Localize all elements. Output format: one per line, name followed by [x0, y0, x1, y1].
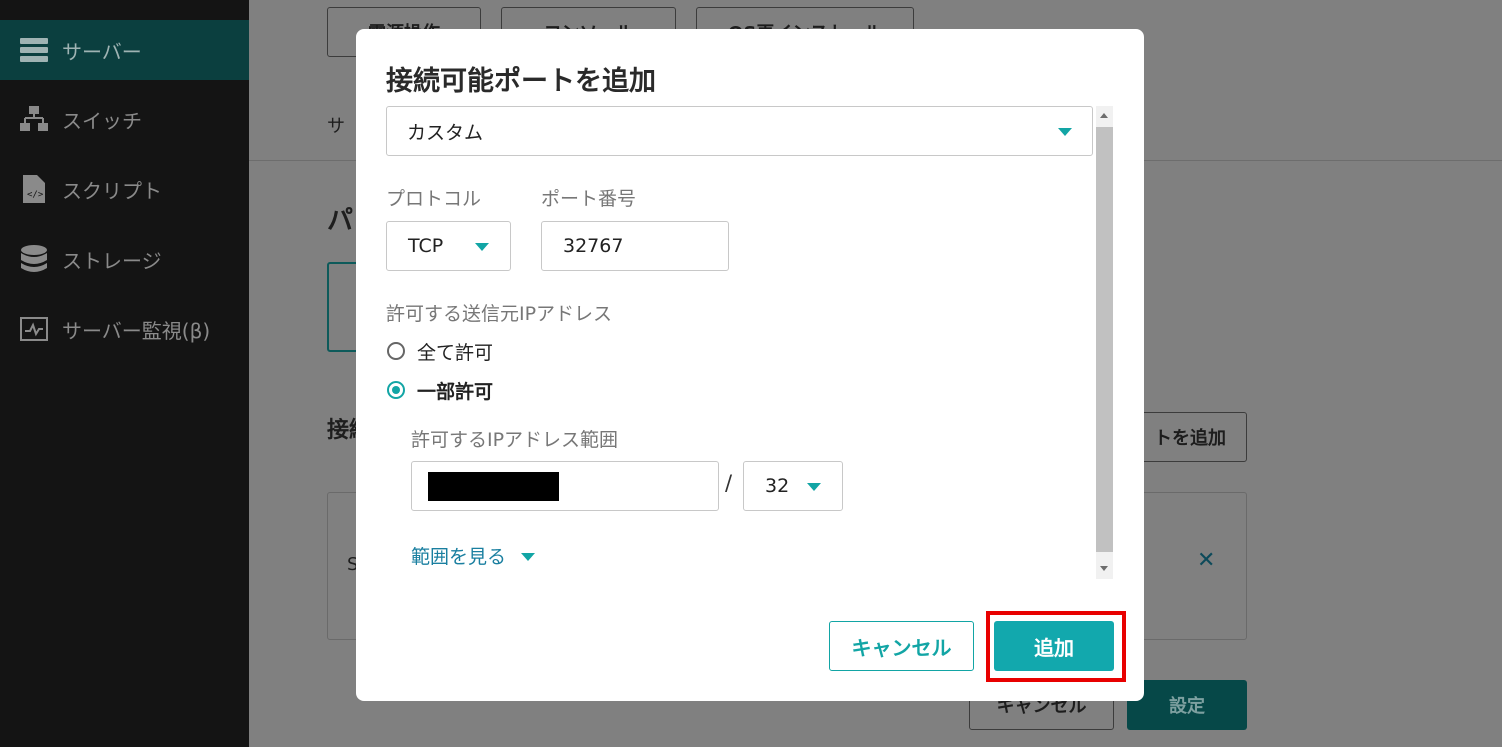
sidebar: サーバー スイッチ </> スクリプト ストレージ サーバー監視(β): [0, 0, 249, 747]
chevron-down-icon: [521, 553, 535, 561]
chevron-down-icon: [1058, 128, 1072, 136]
cancel-button-label: キャンセル: [851, 635, 952, 660]
section-heading: パ: [327, 206, 354, 236]
save-settings-button[interactable]: 設定: [1127, 680, 1247, 730]
sidebar-item-label: スクリプト: [62, 178, 162, 203]
cidr-prefix-value: 32: [765, 475, 790, 497]
network-switch-icon: [20, 106, 48, 132]
port-number-label: ポート番号: [541, 188, 637, 210]
sidebar-item-switch[interactable]: スイッチ: [0, 89, 249, 149]
cancel-button[interactable]: キャンセル: [829, 621, 974, 671]
delete-icon[interactable]: ✕: [1197, 548, 1215, 573]
monitor-chart-icon: [20, 316, 48, 342]
protocol-label: プロトコル: [386, 188, 482, 210]
scroll-down-icon[interactable]: [1100, 566, 1108, 571]
chevron-down-icon: [475, 243, 489, 251]
breadcrumb: サ: [327, 116, 345, 137]
port-type-value: カスタム: [407, 121, 484, 144]
scroll-up-icon[interactable]: [1100, 113, 1108, 118]
allow-partial-radio[interactable]: [387, 381, 405, 399]
svg-text:</>: </>: [27, 190, 44, 200]
sidebar-item-script[interactable]: </> スクリプト: [0, 159, 249, 219]
sidebar-item-label: サーバー監視(β): [62, 318, 211, 343]
add-port-dialog: 接続可能ポートを追加 カスタム プロトコル ポート番号 TCP 32767 許可…: [356, 29, 1144, 701]
scrollbar-thumb[interactable]: [1096, 127, 1113, 552]
save-settings-label: 設定: [1169, 696, 1205, 717]
allow-all-radio[interactable]: [387, 342, 405, 360]
sidebar-item-storage[interactable]: ストレージ: [0, 229, 249, 289]
show-range-link[interactable]: 範囲を見る: [411, 542, 535, 569]
add-port-button[interactable]: トを追加: [1129, 412, 1247, 462]
allow-partial-label[interactable]: 一部許可: [417, 377, 493, 404]
allow-all-label[interactable]: 全て許可: [417, 338, 493, 365]
protocol-select[interactable]: TCP: [386, 221, 511, 271]
sidebar-item-server[interactable]: サーバー: [0, 20, 249, 80]
source-ip-label: 許可する送信元IPアドレス: [386, 303, 613, 325]
sidebar-item-label: ストレージ: [62, 248, 162, 273]
ip-address-input[interactable]: [411, 461, 719, 511]
server-icon: [20, 37, 48, 63]
show-range-link-label: 範囲を見る: [411, 546, 507, 568]
port-type-select[interactable]: カスタム: [386, 106, 1093, 156]
protocol-value: TCP: [408, 235, 444, 257]
cidr-prefix-select[interactable]: 32: [743, 461, 843, 511]
sidebar-item-label: スイッチ: [62, 108, 142, 133]
sidebar-item-label: サーバー: [62, 39, 142, 64]
dialog-title: 接続可能ポートを追加: [386, 66, 656, 97]
add-port-button-label: トを追加: [1154, 428, 1226, 449]
chevron-down-icon: [807, 483, 821, 491]
database-icon: [20, 245, 48, 272]
port-number-value: 32767: [563, 235, 624, 257]
add-button-highlight: [986, 611, 1126, 682]
port-number-input[interactable]: 32767: [541, 221, 729, 271]
script-file-icon: </>: [20, 175, 48, 203]
ip-range-label: 許可するIPアドレス範囲: [411, 429, 619, 451]
sidebar-item-monitoring[interactable]: サーバー監視(β): [0, 299, 249, 359]
cidr-separator: /: [725, 471, 733, 495]
redacted-ip-value: [428, 472, 559, 501]
